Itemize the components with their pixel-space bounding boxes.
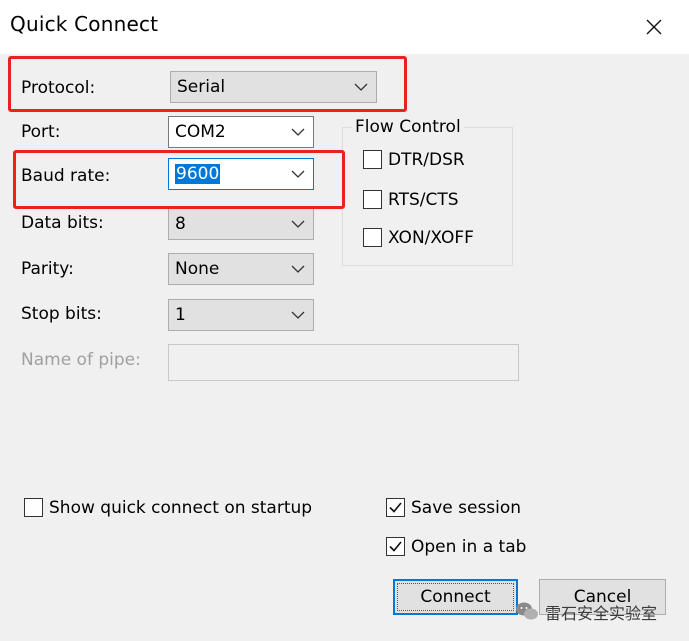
open-in-tab-label: Open in a tab — [411, 537, 527, 557]
chevron-down-icon — [354, 83, 368, 91]
window-title: Quick Connect — [10, 12, 159, 36]
stop-bits-value: 1 — [175, 305, 186, 325]
save-session-label: Save session — [411, 498, 522, 518]
data-bits-value: 8 — [175, 214, 186, 234]
wechat-icon — [516, 602, 538, 620]
name-of-pipe-label: Name of pipe: — [21, 350, 141, 370]
chevron-down-icon — [291, 265, 305, 273]
watermark-text: 雷石安全实验室 — [545, 604, 658, 623]
stop-bits-label: Stop bits: — [21, 304, 102, 324]
xon-xoff-label: XON/XOFF — [388, 228, 474, 248]
dtr-dsr-label: DTR/DSR — [388, 150, 465, 170]
parity-dropdown[interactable]: None — [168, 253, 314, 285]
parity-value: None — [175, 259, 220, 279]
checkmark-icon — [389, 502, 402, 513]
show-quick-connect-checkbox[interactable] — [24, 498, 43, 517]
chevron-down-icon — [291, 170, 305, 178]
stop-bits-dropdown[interactable]: 1 — [168, 299, 314, 331]
baud-rate-label: Baud rate: — [21, 166, 111, 186]
baud-rate-value-wrap: 9600 — [175, 164, 221, 184]
xon-xoff-checkbox[interactable] — [363, 228, 382, 247]
protocol-label: Protocol: — [21, 78, 95, 98]
data-bits-dropdown[interactable]: 8 — [168, 208, 314, 240]
flow-control-title: Flow Control — [352, 117, 464, 137]
focus-rect — [397, 583, 514, 611]
rts-cts-checkbox[interactable] — [363, 190, 382, 209]
save-session-checkbox[interactable] — [386, 498, 405, 517]
parity-label: Parity: — [21, 259, 74, 279]
baud-rate-value: 9600 — [175, 164, 221, 184]
open-in-tab-checkbox[interactable] — [386, 537, 405, 556]
baud-rate-dropdown[interactable]: 9600 — [168, 158, 314, 190]
rts-cts-label: RTS/CTS — [388, 190, 459, 210]
data-bits-label: Data bits: — [21, 213, 104, 233]
protocol-label-text: Protocol: — [21, 78, 96, 98]
title-bar: Quick Connect — [0, 0, 689, 54]
port-label: Port: — [21, 122, 61, 142]
port-dropdown[interactable]: COM2 — [168, 116, 314, 148]
close-button[interactable] — [630, 8, 678, 46]
name-of-pipe-input — [168, 344, 519, 381]
protocol-dropdown[interactable]: Serial — [170, 71, 377, 103]
chevron-down-icon — [291, 311, 305, 319]
protocol-value: Serial — [177, 77, 226, 97]
connect-button[interactable]: Connect — [393, 579, 518, 615]
chevron-down-icon — [291, 220, 305, 228]
dtr-dsr-checkbox[interactable] — [363, 150, 382, 169]
close-icon — [646, 19, 662, 35]
show-quick-connect-label: Show quick connect on startup — [49, 498, 313, 518]
checkmark-icon — [389, 541, 402, 552]
watermark: 雷石安全实验室 — [515, 600, 657, 624]
chevron-down-icon — [291, 128, 305, 136]
port-value: COM2 — [175, 122, 226, 142]
